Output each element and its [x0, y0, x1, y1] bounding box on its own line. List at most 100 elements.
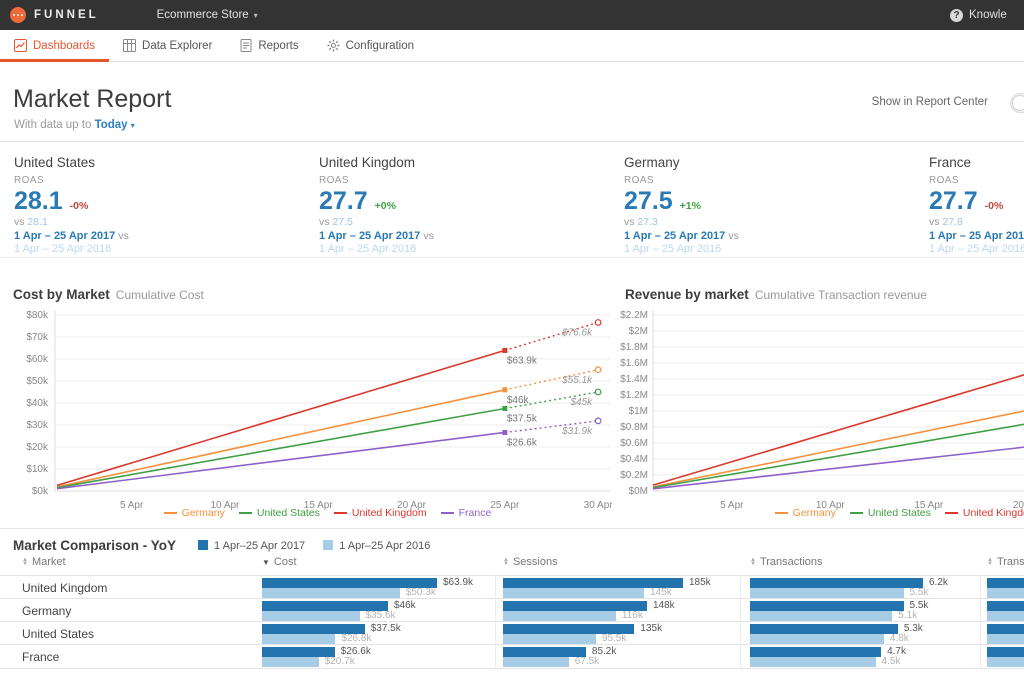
kpi-period-previous: 1 Apr – 25 Apr 2016	[14, 243, 112, 255]
comparison-title-row: Market Comparison - YoY 1 Apr–25 Apr 201…	[13, 538, 430, 553]
kpi-delta: +0%	[374, 200, 396, 212]
legend-item-united-states[interactable]: United States	[849, 507, 931, 519]
svg-text:$60k: $60k	[26, 354, 49, 365]
bar-2017	[987, 646, 1024, 657]
legend-item-germany[interactable]: Germany	[774, 507, 836, 519]
bar-2017: 5.3k	[750, 623, 923, 634]
svg-text:$0.4M: $0.4M	[620, 454, 648, 465]
comparison-legend: 1 Apr–25 Apr 2017 1 Apr–25 Apr 2016	[198, 539, 430, 552]
kpi-card-united-states: United States ROAS 28.1 -0% vs 28.1 1 Apr…	[14, 155, 309, 255]
legend-2017: 1 Apr–25 Apr 2017	[198, 539, 305, 552]
row-market-name: Germany	[22, 604, 72, 618]
legend-item-germany[interactable]: Germany	[163, 507, 225, 519]
bar-2017: $63.9k	[262, 577, 473, 588]
report-center-label: Show in Report Center	[871, 96, 988, 108]
bar-2017: 5.5k	[750, 600, 928, 611]
sort-desc-icon: ▼	[262, 557, 270, 567]
svg-text:$2M: $2M	[629, 326, 648, 337]
data-up-to-selector[interactable]: Today ▾	[95, 119, 135, 131]
gear-icon	[327, 39, 340, 52]
svg-text:$63.9k: $63.9k	[507, 355, 538, 366]
legend-swatch-2016	[323, 539, 334, 550]
bar-2017: $46k	[262, 600, 416, 611]
svg-text:$1.2M: $1.2M	[620, 390, 648, 401]
legend-dash-icon	[238, 512, 252, 514]
svg-text:$26.6k: $26.6k	[507, 437, 538, 448]
row-market-name: United States	[22, 627, 95, 641]
tab-dashboards[interactable]: Dashboards	[0, 30, 110, 62]
bar-2017	[987, 623, 1024, 634]
comparison-title: Market Comparison - YoY	[13, 538, 177, 553]
table-bottom-divider	[0, 668, 1024, 669]
legend-item-united-kingdom[interactable]: United Kingdom	[944, 507, 1024, 519]
bar-2017	[987, 600, 1024, 611]
column-header-market[interactable]: ▲ ▼ Market	[22, 556, 66, 568]
toggle-knob	[1012, 95, 1024, 111]
bar-2016: $50.3k	[262, 587, 436, 598]
tab-label: Dashboards	[33, 39, 96, 52]
legend-dash-icon	[774, 512, 788, 514]
svg-text:$80k: $80k	[26, 310, 49, 321]
data-up-to-prefix: With data up to	[14, 119, 92, 131]
brand-name: FUNNEL	[34, 9, 99, 21]
report-center-toggle[interactable]	[1010, 93, 1024, 113]
bar-2017	[987, 577, 1024, 588]
legend-item-united-kingdom[interactable]: United Kingdom	[333, 507, 427, 519]
table-row: United States $37.5k $26.8k 135k 95.5k 5…	[0, 621, 1024, 645]
brand-logo[interactable]: FUNNEL	[10, 7, 99, 23]
tab-reports[interactable]: Reports	[226, 30, 312, 61]
main-nav: Dashboards Data Explorer Reports Configu…	[0, 30, 1024, 62]
svg-text:$0.8M: $0.8M	[620, 422, 648, 433]
knowledge-link[interactable]: ? Knowle	[950, 0, 1024, 30]
kpi-vs: vs 27.8	[929, 216, 963, 228]
legend-2016: 1 Apr–25 Apr 2016	[323, 539, 430, 552]
tab-data-explorer[interactable]: Data Explorer	[109, 30, 226, 61]
kpi-value: 28.1	[14, 187, 63, 215]
column-divider	[980, 575, 981, 668]
sort-icon: ▲ ▼	[22, 557, 28, 567]
kpi-card-united-kingdom: United Kingdom ROAS 27.7 +0% vs 27.5 1 Ap…	[319, 155, 614, 255]
revenue-chart-legend: GermanyUnited StatesUnited KingdomFrance	[653, 507, 1024, 519]
top-bar: FUNNEL Ecommerce Store ▾ ? Knowle	[0, 0, 1024, 30]
kpi-period-current: 1 Apr – 25 Apr 2017 vs	[319, 230, 434, 242]
bar-2016: 5.5k	[750, 587, 928, 598]
kpi-market: Germany	[624, 155, 680, 170]
kpi-vs: vs 27.3	[624, 216, 658, 228]
funnel-logo-icon	[10, 7, 26, 23]
column-divider	[495, 575, 496, 668]
kpi-vs: vs 28.1	[14, 216, 48, 228]
bar-2016: 95.5k	[503, 633, 626, 644]
bar-2017: 148k	[503, 600, 675, 611]
line-chart-icon	[14, 39, 27, 52]
legend-item-united-states[interactable]: United States	[238, 507, 320, 519]
revenue-by-market-chart: $0M $0.2M $0.4M $0.6M $0.8M $1M $1.2M $1.4M $1.6…	[620, 310, 1024, 511]
bar-2016	[987, 633, 1024, 644]
column-header-sessions[interactable]: ▲ ▼ Sessions	[503, 556, 558, 568]
row-market-name: United Kingdom	[22, 581, 108, 595]
column-header-transactions[interactable]: ▲ ▼ Transactions	[750, 556, 823, 568]
column-header-cost[interactable]: ▼ Cost	[262, 556, 297, 568]
legend-item-france[interactable]: France	[440, 507, 491, 519]
kpi-market: United States	[14, 155, 96, 170]
svg-text:$0M: $0M	[629, 486, 648, 497]
kpi-period-current: 1 Apr – 25 Apr 2017 vs	[929, 230, 1024, 242]
bar-2016: $35.6k	[262, 610, 396, 621]
svg-text:$0.2M: $0.2M	[620, 470, 648, 481]
page-title: Market Report	[13, 85, 172, 113]
tab-label: Data Explorer	[142, 39, 213, 52]
kpi-value: 27.7	[929, 187, 978, 215]
tab-configuration[interactable]: Configuration	[313, 30, 428, 61]
svg-text:$37.5k: $37.5k	[507, 414, 538, 425]
kpi-period-previous: 1 Apr – 25 Apr 2016	[624, 243, 722, 255]
bar-2017: $26.6k	[262, 646, 371, 657]
kpi-metric: ROAS	[319, 175, 349, 186]
kpi-market: France	[929, 155, 972, 170]
svg-text:$10k: $10k	[26, 464, 49, 475]
comparison-table-header: ▲ ▼ Market ▼ Cost ▲ ▼ Sessions ▲ ▼ Transactions…	[0, 556, 1024, 575]
kpi-metric: ROAS	[929, 175, 959, 186]
column-header-transaction-revenue[interactable]: ▲▼Transac	[987, 556, 1024, 568]
data-up-to: With data up to Today ▾	[14, 119, 135, 131]
svg-text:$20k: $20k	[26, 442, 49, 453]
workspace-selector[interactable]: Ecommerce Store ▾	[157, 9, 258, 21]
bar-2017: 85.2k	[503, 646, 616, 657]
